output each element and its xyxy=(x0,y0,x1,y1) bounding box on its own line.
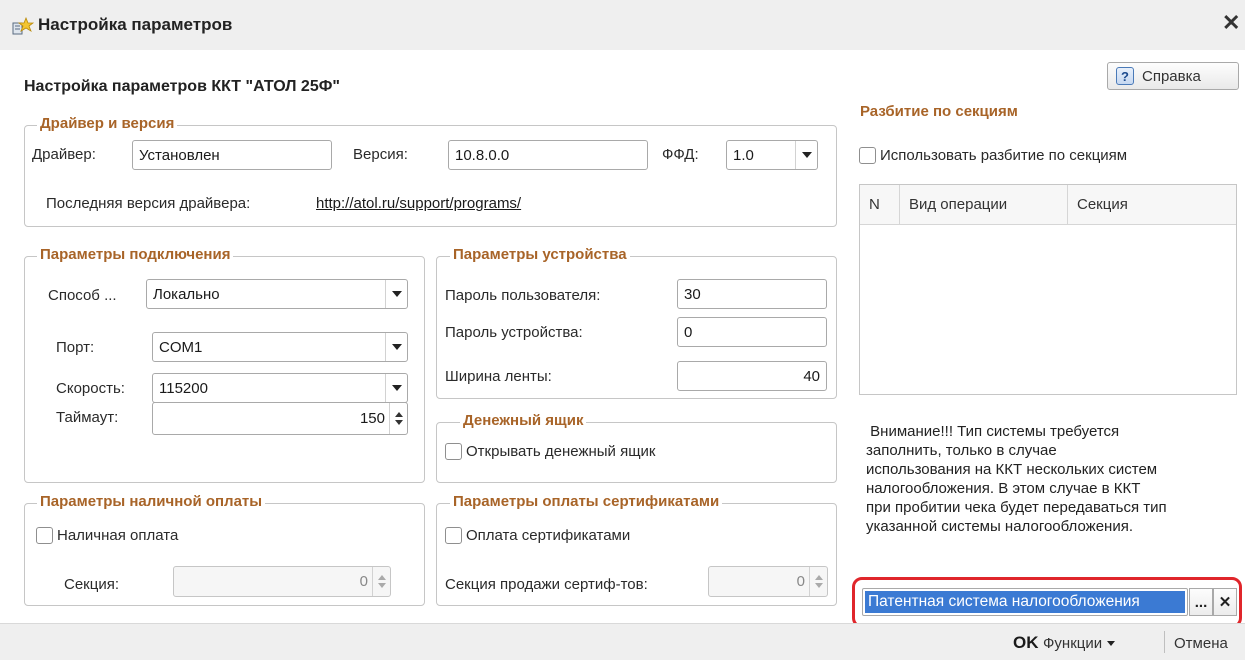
spinner-arrows-icon[interactable] xyxy=(372,567,390,596)
connection-legend: Параметры подключения xyxy=(37,246,234,263)
open-drawer-checkbox[interactable] xyxy=(445,443,462,460)
device-password-field[interactable]: 0 xyxy=(677,317,827,347)
ffd-value: 1.0 xyxy=(733,146,754,164)
window-title: Настройка параметров xyxy=(38,15,233,34)
driver-label: Драйвер: xyxy=(32,146,96,163)
certificate-section-label: Секция продажи сертиф-тов: xyxy=(445,576,648,593)
cash-section-spinner[interactable]: 0 xyxy=(173,566,391,597)
user-password-field[interactable]: 30 xyxy=(677,279,827,309)
certificate-section-value: 0 xyxy=(796,573,805,590)
tax-system-value: Патентная система налогообложения xyxy=(865,591,1185,613)
tax-select-button[interactable]: ... xyxy=(1189,588,1213,616)
device-legend: Параметры устройства xyxy=(450,246,630,263)
cash-payment-label: Наличная оплата xyxy=(57,527,179,544)
form-title: Настройка параметров ККТ "АТОЛ 25Ф" xyxy=(24,78,340,95)
help-button-label: Справка xyxy=(1142,67,1201,85)
note-line: указанной системы налогообложения. xyxy=(866,518,1133,535)
cash-drawer-legend: Денежный ящик xyxy=(460,412,587,429)
user-password-value: 30 xyxy=(684,285,701,303)
port-value: COM1 xyxy=(159,338,203,356)
tape-width-field[interactable]: 40 xyxy=(677,361,827,391)
close-icon[interactable]: ✕ xyxy=(1222,10,1240,36)
cash-payment-checkbox[interactable] xyxy=(36,527,53,544)
chevron-down-icon[interactable] xyxy=(385,280,407,308)
cash-payment-checkbox-row[interactable]: Наличная оплата xyxy=(36,527,178,544)
tax-system-field[interactable]: Патентная система налогообложения xyxy=(862,588,1188,616)
timeout-spinner[interactable]: 150 xyxy=(152,402,408,435)
latest-driver-label: Последняя версия драйвера: xyxy=(46,195,251,212)
version-field[interactable]: 10.8.0.0 xyxy=(448,140,648,170)
ffd-label: ФФД: xyxy=(662,146,699,163)
latest-driver-link[interactable]: http://atol.ru/support/programs/ xyxy=(316,195,521,212)
timeout-value: 150 xyxy=(359,410,385,427)
certificate-payment-label: Оплата сертификатами xyxy=(466,527,631,544)
help-button[interactable]: ? Справка xyxy=(1107,62,1239,90)
sections-title: Разбитие по секциям xyxy=(860,103,1018,120)
certificate-section-spinner[interactable]: 0 xyxy=(708,566,828,597)
device-password-label: Пароль устройства: xyxy=(445,324,583,341)
driver-version-legend: Драйвер и версия xyxy=(37,115,178,132)
version-label: Версия: xyxy=(353,146,408,163)
note-line: налогообложения. В этом случае в ККТ xyxy=(866,480,1141,497)
speed-value: 115200 xyxy=(159,379,208,397)
open-drawer-checkbox-row[interactable]: Открывать денежный ящик xyxy=(445,443,656,460)
chevron-down-icon[interactable] xyxy=(795,141,817,169)
user-password-label: Пароль пользователя: xyxy=(445,287,601,304)
spinner-arrows-icon[interactable] xyxy=(389,403,407,434)
cash-section-value: 0 xyxy=(359,573,368,590)
note-line: при пробитии чека будет передаваться тип xyxy=(866,499,1167,516)
spinner-arrows-icon[interactable] xyxy=(809,567,827,596)
functions-label: Функции xyxy=(1043,635,1103,652)
certificate-payment-checkbox[interactable] xyxy=(445,527,462,544)
settings-window-icon xyxy=(12,17,34,35)
use-sections-label: Использовать разбитие по секциям xyxy=(880,147,1128,164)
clear-icon[interactable]: ✕ xyxy=(1213,588,1237,616)
column-header-operation[interactable]: Вид операции xyxy=(900,185,1068,224)
speed-label: Скорость: xyxy=(56,380,125,397)
device-password-value: 0 xyxy=(684,323,693,341)
use-sections-checkbox-row[interactable]: Использовать разбитие по секциям xyxy=(859,147,1127,164)
chevron-down-icon[interactable] xyxy=(385,333,407,361)
sections-table-header: N Вид операции Секция xyxy=(860,185,1236,225)
chevron-down-icon[interactable] xyxy=(385,374,407,402)
speed-select[interactable]: 115200 xyxy=(152,373,408,403)
note-line: использования на ККТ нескольких систем xyxy=(866,461,1158,478)
certificate-legend: Параметры оплаты сертификатами xyxy=(450,493,723,510)
version-value: 10.8.0.0 xyxy=(455,146,510,164)
driver-status-value: Установлен xyxy=(139,146,220,164)
note-line: Внимание!!! Тип системы требуется xyxy=(866,423,1120,440)
method-label: Способ ... xyxy=(48,287,117,304)
sections-table[interactable]: N Вид операции Секция xyxy=(859,184,1237,395)
method-select[interactable]: Локально xyxy=(146,279,408,309)
help-icon: ? xyxy=(1116,67,1134,85)
ok-button[interactable]: OK xyxy=(1013,633,1039,653)
cash-payment-legend: Параметры наличной оплаты xyxy=(37,493,266,510)
ffd-select[interactable]: 1.0 xyxy=(726,140,818,170)
tape-width-label: Ширина ленты: xyxy=(445,368,552,385)
functions-button[interactable]: Функции xyxy=(1043,635,1116,652)
chevron-down-icon xyxy=(1107,641,1116,646)
port-label: Порт: xyxy=(56,339,95,356)
note-line: заполнить, только в случае xyxy=(866,442,1057,459)
column-header-n[interactable]: N xyxy=(860,185,900,224)
port-select[interactable]: COM1 xyxy=(152,332,408,362)
column-header-section[interactable]: Секция xyxy=(1068,185,1236,224)
separator xyxy=(1164,631,1165,653)
cash-section-label: Секция: xyxy=(64,576,119,593)
cancel-button[interactable]: Отмена xyxy=(1174,635,1228,652)
method-value: Локально xyxy=(153,285,220,303)
tax-system-note: Внимание!!! Тип системы требуется заполн… xyxy=(866,422,1241,536)
use-sections-checkbox[interactable] xyxy=(859,147,876,164)
timeout-label: Таймаут: xyxy=(56,409,119,426)
tape-width-value: 40 xyxy=(803,367,820,385)
driver-status-field[interactable]: Установлен xyxy=(132,140,332,170)
certificate-payment-checkbox-row[interactable]: Оплата сертификатами xyxy=(445,527,630,544)
open-drawer-label: Открывать денежный ящик xyxy=(466,443,656,460)
